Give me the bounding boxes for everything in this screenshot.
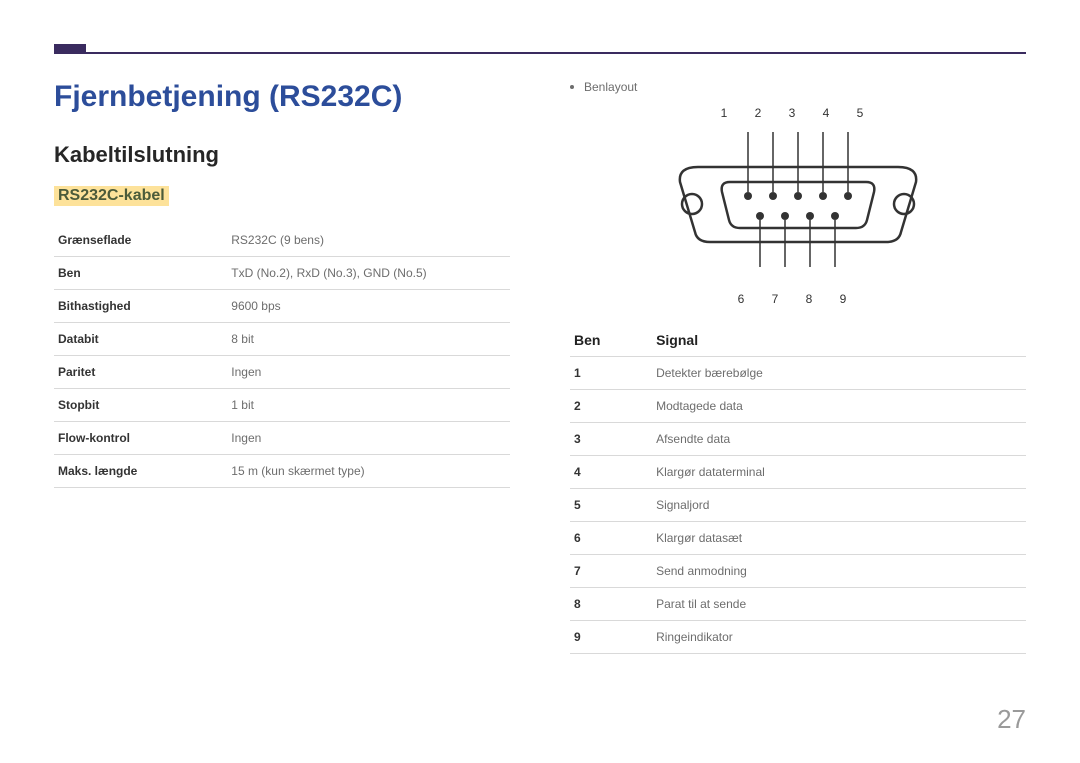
right-column: Benlayout 1 2 3 4 5 [570,80,1026,723]
signal-name: Send anmodning [652,555,1026,588]
signal-name: Klargør dataterminal [652,456,1026,489]
table-row: 6Klargør datasæt [570,522,1026,555]
signal-pin: 5 [570,489,652,522]
benlayout-bullet: Benlayout [570,80,1026,94]
signal-name: Klargør datasæt [652,522,1026,555]
signal-name: Ringeindikator [652,621,1026,654]
pin-labels-top: 1 2 3 4 5 [570,106,1026,120]
signal-pin: 3 [570,423,652,456]
signal-pin: 6 [570,522,652,555]
table-row: 8Parat til at sende [570,588,1026,621]
spec-value: 1 bit [227,389,510,422]
spec-value: TxD (No.2), RxD (No.3), GND (No.5) [227,257,510,290]
signal-name: Signaljord [652,489,1026,522]
spec-key: Ben [54,257,227,290]
table-row: 1Detekter bærebølge [570,357,1026,390]
spec-value: Ingen [227,422,510,455]
table-row: GrænsefladeRS232C (9 bens) [54,224,510,257]
spec-key: Paritet [54,356,227,389]
table-row: Stopbit1 bit [54,389,510,422]
table-row: 7Send anmodning [570,555,1026,588]
bullet-icon [570,85,574,89]
table-row: BenTxD (No.2), RxD (No.3), GND (No.5) [54,257,510,290]
spec-value: 8 bit [227,323,510,356]
signal-pin: 8 [570,588,652,621]
signal-name: Parat til at sende [652,588,1026,621]
db9-connector-diagram [668,122,928,272]
spec-value: RS232C (9 bens) [227,224,510,257]
table-row: Flow-kontrolIngen [54,422,510,455]
signal-name: Afsendte data [652,423,1026,456]
spec-key: Maks. længde [54,455,227,488]
page-number: 27 [997,704,1026,735]
section-heading: Kabeltilslutning [54,142,510,168]
spec-key: Flow-kontrol [54,422,227,455]
spec-table: GrænsefladeRS232C (9 bens)BenTxD (No.2),… [54,224,510,488]
spec-value: Ingen [227,356,510,389]
header-rule [54,52,1026,54]
table-row: Databit8 bit [54,323,510,356]
table-row: 9Ringeindikator [570,621,1026,654]
subsection-heading: RS232C-kabel [54,186,169,206]
signal-header-signal: Signal [652,324,1026,357]
signal-name: Modtagede data [652,390,1026,423]
page-content: Fjernbetjening (RS232C) Kabeltilslutning… [54,80,1026,723]
signal-name: Detekter bærebølge [652,357,1026,390]
spec-key: Grænseflade [54,224,227,257]
spec-key: Databit [54,323,227,356]
signal-pin: 9 [570,621,652,654]
signal-pin: 1 [570,357,652,390]
signal-header-pin: Ben [570,324,652,357]
table-row: 2Modtagede data [570,390,1026,423]
signal-pin: 4 [570,456,652,489]
signal-pin: 2 [570,390,652,423]
table-row: Bithastighed9600 bps [54,290,510,323]
table-row: 4Klargør dataterminal [570,456,1026,489]
signal-pin: 7 [570,555,652,588]
spec-key: Bithastighed [54,290,227,323]
benlayout-label: Benlayout [584,80,637,94]
left-column: Fjernbetjening (RS232C) Kabeltilslutning… [54,80,510,723]
pin-labels-bottom: 6 7 8 9 [570,292,1026,306]
spec-value: 15 m (kun skærmet type) [227,455,510,488]
table-row: Maks. længde15 m (kun skærmet type) [54,455,510,488]
table-row: 3Afsendte data [570,423,1026,456]
spec-value: 9600 bps [227,290,510,323]
signal-table: Ben Signal 1Detekter bærebølge2Modtagede… [570,324,1026,654]
table-row: 5Signaljord [570,489,1026,522]
page-title: Fjernbetjening (RS232C) [54,80,510,114]
table-row: ParitetIngen [54,356,510,389]
spec-key: Stopbit [54,389,227,422]
